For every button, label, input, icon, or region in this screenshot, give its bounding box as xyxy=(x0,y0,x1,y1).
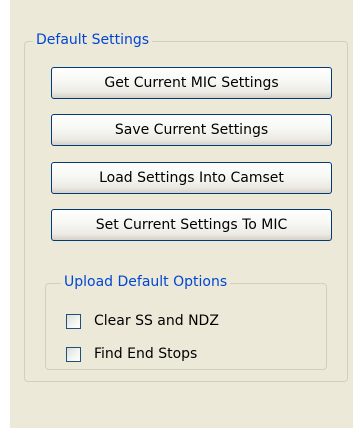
save-current-settings-button[interactable]: Save Current Settings xyxy=(51,114,332,146)
find-end-stops-option[interactable]: Find End Stops xyxy=(66,344,197,364)
get-current-mic-settings-button[interactable]: Get Current MIC Settings xyxy=(51,67,332,99)
load-settings-into-camset-button[interactable]: Load Settings Into Camset xyxy=(51,162,332,194)
clear-ss-and-ndz-option[interactable]: Clear SS and NDZ xyxy=(66,311,219,331)
upload-default-options-title: Upload Default Options xyxy=(61,273,231,291)
find-end-stops-checkbox[interactable] xyxy=(66,346,81,362)
find-end-stops-label: Find End Stops xyxy=(94,346,198,362)
clear-ss-and-ndz-checkbox[interactable] xyxy=(66,313,81,329)
default-settings-title: Default Settings xyxy=(33,31,153,49)
clear-ss-and-ndz-label: Clear SS and NDZ xyxy=(94,313,219,329)
set-current-settings-to-mic-button[interactable]: Set Current Settings To MIC xyxy=(51,209,332,241)
